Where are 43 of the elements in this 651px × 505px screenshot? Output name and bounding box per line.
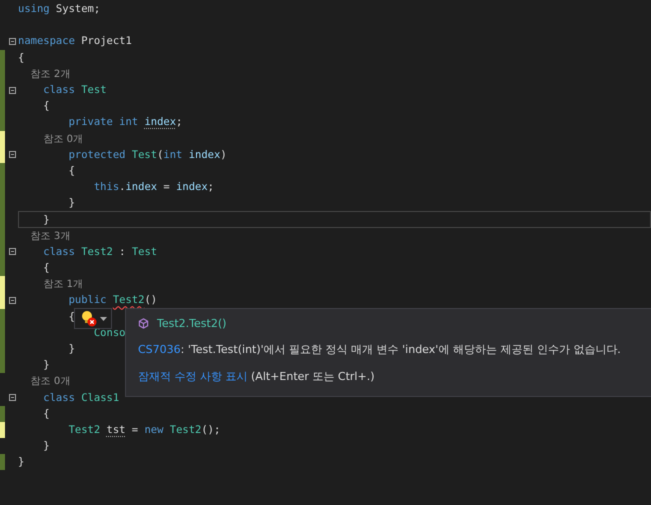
code-line: } [42,358,50,374]
code-line: protected Test(int index) [68,148,227,163]
code-line: { [42,406,50,422]
code-line: { [42,99,50,114]
code-line: class Test2 : Test [42,244,158,260]
caret-icon [100,316,107,320]
show-fixes-link[interactable]: 잠재적 수정 사항 표시 [138,370,248,383]
codelens-text[interactable]: 참조 2개 [18,66,70,81]
code-line: } [68,342,75,358]
code-line: Test2 tst = new Test2(); [68,422,220,438]
error-message: : 'Test.Test(int)'에서 필요한 정식 매개 변수 'index'에 해당하는 제공된 인수가 없습니다. [180,343,621,356]
shortcut-hint: (Alt+Enter 또는 Ctrl+.) [251,370,374,383]
code-line: this.index = index; [92,180,214,196]
code-line: class Class1 [42,390,120,406]
code-line: { [68,164,75,179]
code-line: { [18,50,24,66]
code-line: namespace Project1 [18,34,132,50]
code-line: public Test2() [68,293,158,308]
code-line: { [42,261,50,276]
cube-icon [138,318,149,329]
lightbulb-button[interactable] [74,308,112,329]
codelens-text[interactable]: 참조 3개 [18,228,70,243]
code-line: class Test [42,83,107,98]
code-line: } [18,455,24,470]
code-line: } [42,439,50,454]
codelens-text[interactable]: 참조 0개 [18,374,70,388]
code-line: using System; [18,2,100,18]
lightbulb-error-icon [80,310,98,328]
collapse-icon[interactable] [8,86,16,94]
code-line: } [42,212,50,228]
collapse-icon[interactable] [8,248,16,256]
collapse-icon[interactable] [8,394,16,402]
collapse-icon[interactable] [8,38,16,45]
code-line: Conso [92,326,126,341]
error-code-link[interactable]: CS7036 [138,343,181,356]
code-line: } [68,196,75,212]
code-line: private int index; [68,115,182,130]
collapse-icon[interactable] [8,151,16,158]
code-line: { [68,310,75,325]
symbol-name: Test2.Test2() [157,317,226,330]
codelens-text[interactable]: 참조 1개 [18,277,83,292]
codelens-text[interactable]: 참조 0개 [18,132,83,146]
collapse-icon[interactable] [8,296,16,304]
